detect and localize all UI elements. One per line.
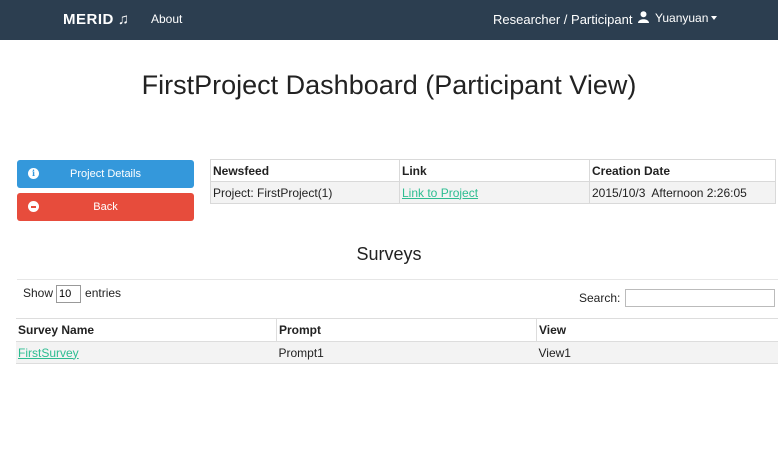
newsfeed-header-row: Newsfeed Link Creation Date bbox=[210, 159, 776, 182]
back-label: Back bbox=[93, 201, 118, 213]
chevron-down-icon bbox=[711, 16, 718, 20]
survey-name-column-header[interactable]: Survey Name bbox=[16, 318, 277, 342]
page-title: FirstProject Dashboard (Participant View… bbox=[141, 70, 637, 100]
info-icon bbox=[28, 168, 39, 179]
survey-name-cell: FirstSurvey bbox=[16, 341, 277, 364]
entries-length-control: Show entries bbox=[23, 285, 121, 303]
navbar: MERID ♫ About Researcher / Participant Yu… bbox=[0, 0, 778, 40]
table-row: FirstSurvey Prompt1 View1 bbox=[16, 341, 778, 364]
link-cell: Link to Project bbox=[399, 181, 590, 204]
project-details-label: Project Details bbox=[70, 168, 141, 180]
show-label: Show bbox=[23, 286, 54, 301]
project-link[interactable]: Link to Project bbox=[402, 186, 478, 200]
newsfeed-column-header: Newsfeed bbox=[210, 159, 400, 182]
surveys-table: Survey Name Prompt View FirstSurvey Prom… bbox=[16, 318, 778, 364]
nav-role-switch[interactable]: Researcher / Participant bbox=[493, 12, 632, 27]
user-icon bbox=[638, 11, 649, 23]
user-menu[interactable]: Yuanyuan bbox=[638, 11, 718, 25]
link-column-header: Link bbox=[399, 159, 590, 182]
search-label: Search: bbox=[579, 291, 621, 305]
nav-about-link[interactable]: About bbox=[151, 12, 182, 26]
creation-date-cell: 2015/10/3 Afternoon 2:26:05 bbox=[589, 181, 776, 204]
back-button[interactable]: Back bbox=[17, 193, 194, 221]
brand-logo[interactable]: MERID ♫ bbox=[63, 11, 130, 28]
surveys-heading: Surveys bbox=[356, 244, 422, 264]
brand-name: MERID bbox=[63, 11, 114, 28]
minus-circle-icon bbox=[28, 201, 39, 212]
search-input[interactable] bbox=[625, 289, 775, 307]
creation-date-column-header: Creation Date bbox=[589, 159, 776, 182]
divider bbox=[17, 279, 778, 280]
newsfeed-table: Newsfeed Link Creation Date Project: Fir… bbox=[210, 159, 776, 204]
entries-input[interactable] bbox=[56, 285, 82, 303]
prompt-column-header[interactable]: Prompt bbox=[276, 318, 537, 342]
view-column-header[interactable]: View bbox=[536, 318, 778, 342]
user-name: Yuanyuan bbox=[655, 11, 709, 25]
newsfeed-cell: Project: FirstProject(1) bbox=[210, 181, 400, 204]
surveys-header-row: Survey Name Prompt View bbox=[16, 318, 778, 342]
table-row: Project: FirstProject(1) Link to Project… bbox=[210, 181, 776, 204]
search-control: Search: bbox=[579, 289, 775, 307]
music-note-icon: ♫ bbox=[117, 11, 130, 28]
project-details-button[interactable]: Project Details bbox=[17, 160, 194, 188]
view-cell: View1 bbox=[536, 341, 778, 364]
entries-label: entries bbox=[85, 286, 122, 301]
survey-link[interactable]: FirstSurvey bbox=[18, 346, 79, 360]
prompt-cell: Prompt1 bbox=[276, 341, 537, 364]
